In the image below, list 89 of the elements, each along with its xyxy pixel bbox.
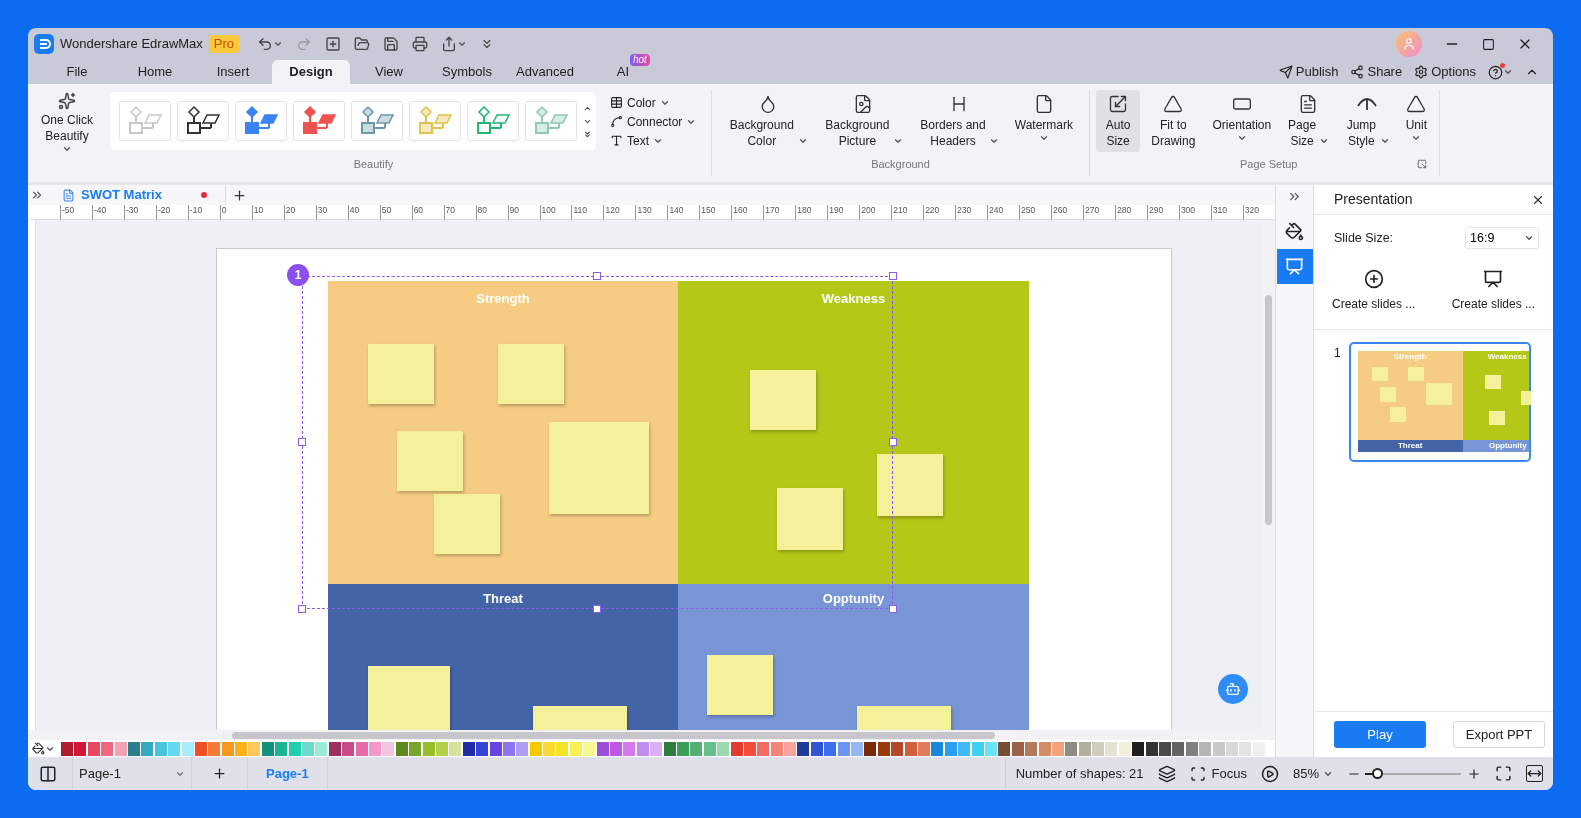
menu-tab[interactable]: View — [350, 60, 428, 84]
ruler-label: 140 — [668, 205, 684, 215]
ruler-label: 40 — [348, 205, 360, 215]
format-menu[interactable]: Text — [610, 132, 697, 149]
quadrant-title: Weakness — [821, 290, 886, 308]
ribbon-button[interactable]: Fit to Drawing — [1144, 90, 1203, 152]
ruler-label: 70 — [444, 205, 456, 215]
ruler-label: 220 — [924, 205, 940, 215]
plan-badge: Pro — [208, 35, 240, 53]
header-action[interactable]: Publish — [1278, 62, 1339, 82]
menu-tab[interactable]: Home — [116, 60, 194, 84]
ruler-label: 110 — [572, 205, 588, 215]
ruler-label: 160 — [732, 205, 748, 215]
hot-badge: hot — [630, 54, 650, 66]
thumbnail-label: Threat — [1397, 440, 1423, 451]
ruler-label: -30 — [124, 205, 139, 215]
panel-title: Presentation — [1334, 190, 1413, 209]
ruler-label: 320 — [1243, 205, 1259, 215]
ruler-label: 90 — [508, 205, 519, 215]
ruler-label: 50 — [380, 205, 392, 215]
ruler-label: 210 — [892, 205, 908, 215]
quadrant-title: Opptunity — [822, 590, 885, 608]
ruler-label: 120 — [604, 205, 620, 215]
page-select[interactable]: Page-1 — [72, 757, 192, 790]
ruler-label: 0 — [220, 205, 227, 215]
play-button[interactable]: Play — [1334, 721, 1426, 748]
ruler-label: 130 — [636, 205, 652, 215]
menu-tab[interactable]: Advanced — [506, 60, 584, 84]
ruler-label: 230 — [956, 205, 972, 215]
ruler-label: 200 — [860, 205, 876, 215]
ruler-label: 270 — [1084, 205, 1100, 215]
ruler-label: -50 — [61, 205, 75, 215]
menu-tab[interactable]: Symbols — [428, 60, 506, 84]
slide-number: 1 — [1334, 345, 1341, 362]
ruler-label: 310 — [1211, 205, 1228, 215]
ruler-label: 150 — [700, 205, 716, 215]
group-label: Background — [871, 157, 930, 172]
quadrant-title: Strength — [476, 290, 530, 308]
ruler-label: 260 — [1052, 205, 1068, 215]
thumbnail-label: Opptunity — [1488, 440, 1527, 451]
ruler-label: 190 — [828, 205, 844, 215]
create-slides-button[interactable]: Create slides ... — [1451, 269, 1535, 313]
ruler-label: 180 — [796, 205, 812, 215]
ribbon-button[interactable]: Jump Style — [1339, 90, 1396, 152]
field-label: Slide Size: — [1334, 229, 1394, 247]
ruler-label: 20 — [284, 205, 296, 215]
group-label: Page Setup — [1240, 157, 1298, 172]
format-menu[interactable]: Color — [610, 94, 697, 111]
thumbnail-label: Weakness — [1487, 351, 1527, 362]
ruler-label: -20 — [156, 205, 171, 215]
ruler-label: 60 — [412, 205, 424, 215]
menu-tab[interactable]: File — [38, 60, 116, 84]
ruler-label: 30 — [316, 205, 328, 215]
slide-size-select[interactable]: 16:9 — [1465, 227, 1539, 249]
ruler-label: 10 — [252, 205, 264, 215]
ribbon-button[interactable]: Unit — [1399, 90, 1433, 152]
shape-count: Number of shapes: 21 — [1004, 757, 1144, 790]
thumbnail-label: Strength — [1393, 351, 1427, 362]
menu-tab[interactable]: Design — [272, 60, 350, 84]
group-label: Beautify — [352, 157, 394, 172]
app-name: Wondershare EdrawMax — [60, 35, 203, 54]
ruler-label: -10 — [188, 205, 203, 215]
quadrant-title: Threat — [483, 590, 523, 608]
ruler-label: 290 — [1147, 205, 1164, 215]
ruler-label: 300 — [1179, 205, 1196, 215]
format-menu[interactable]: Connector — [610, 113, 697, 130]
header-action[interactable]: Share — [1350, 62, 1403, 82]
ruler-label: 100 — [540, 205, 556, 215]
ruler-label: 80 — [476, 205, 488, 215]
focus-button[interactable]: Focus — [1189, 763, 1247, 784]
ruler-label: 240 — [988, 205, 1004, 215]
ribbon-button[interactable]: Background Color — [722, 90, 814, 152]
ruler-label: 280 — [1115, 205, 1132, 215]
ruler-label: 170 — [764, 205, 780, 215]
ribbon-button[interactable]: Auto Size — [1096, 90, 1141, 152]
ribbon-button[interactable]: Background Picture — [817, 90, 910, 152]
header-action[interactable]: Options — [1414, 62, 1476, 82]
ribbon-button[interactable]: Page Size — [1281, 90, 1335, 152]
export-ppt-button[interactable]: Export PPT — [1453, 721, 1545, 748]
menu-tab[interactable]: Insert — [194, 60, 272, 84]
ribbon-button[interactable]: Orientation — [1206, 90, 1278, 152]
ribbon-button[interactable]: Watermark — [1008, 90, 1079, 152]
ruler-label: 250 — [1020, 205, 1036, 215]
zoom-level[interactable]: 85% — [1292, 763, 1319, 784]
ruler-label: -40 — [92, 205, 107, 215]
ribbon-button[interactable]: Borders and Headers — [913, 90, 1005, 152]
one-click-beautify-button[interactable]: One Click Beautify — [34, 92, 100, 154]
slide-thumbnail[interactable]: Strength Weakness Threat Opptunity — [1348, 342, 1531, 462]
create-slides-button[interactable]: Create slides ... — [1332, 269, 1416, 313]
